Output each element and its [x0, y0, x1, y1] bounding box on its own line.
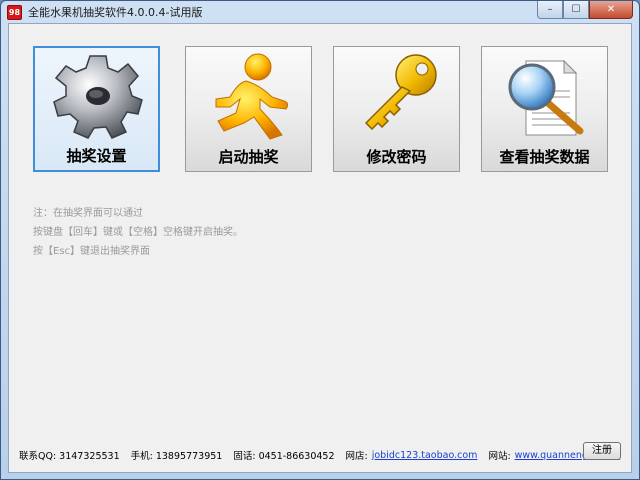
- register-button[interactable]: 注册: [583, 442, 621, 460]
- contact-tel: 固话: 0451-86630452: [233, 451, 335, 462]
- app-window: 98 全能水果机抽奖软件4.0.0.4-试用版 – ☐ ✕ 抽奖设置 启动抽奖 …: [0, 0, 640, 480]
- note-line: 注：在抽奖界面可以通过: [33, 208, 143, 219]
- gear-icon: [53, 55, 143, 139]
- contact-phone: 手机: 13895773951: [130, 451, 223, 462]
- contact-qq: 联系QQ: 3147325531: [19, 451, 120, 462]
- key-icon: [364, 54, 437, 131]
- tile-label: 查看抽奖数据: [499, 148, 590, 166]
- note-line: 按【Esc】键退出抽奖界面: [33, 246, 151, 257]
- running-man-icon: [215, 53, 289, 140]
- tile-label: 抽奖设置: [66, 147, 127, 165]
- change-password-button[interactable]: 修改密码: [333, 46, 460, 172]
- title-bar[interactable]: 98 全能水果机抽奖软件4.0.0.4-试用版 – ☐ ✕: [1, 1, 639, 23]
- shop-link[interactable]: jobidc123.taobao.com: [372, 450, 478, 461]
- tile-label: 修改密码: [366, 148, 427, 166]
- app-icon: 98: [7, 4, 22, 20]
- lottery-settings-button[interactable]: 抽奖设置: [33, 46, 160, 172]
- instructions: 注：在抽奖界面可以通过 按键盘【回车】键或【空格】空格键开启抽奖。 按【Esc】…: [33, 204, 243, 261]
- note-line: 按键盘【回车】键或【空格】空格键开启抽奖。: [33, 227, 243, 238]
- shop-label: 网店:: [345, 451, 368, 462]
- close-button[interactable]: ✕: [589, 1, 633, 19]
- contact-footer: 联系QQ: 3147325531 手机: 13895773951 固话: 045…: [19, 448, 620, 463]
- start-lottery-button[interactable]: 启动抽奖: [185, 46, 312, 172]
- window-controls: – ☐ ✕: [537, 1, 633, 19]
- minimize-button[interactable]: –: [537, 1, 563, 19]
- document-search-icon: [508, 59, 584, 136]
- view-lottery-data-button[interactable]: 查看抽奖数据: [481, 46, 608, 172]
- client-area: 抽奖设置 启动抽奖 修改密码 查看抽奖数据 注：在抽奖界面可以通过 按键盘【回车…: [8, 23, 632, 473]
- site-label: 网站:: [488, 451, 511, 462]
- maximize-button[interactable]: ☐: [563, 1, 589, 19]
- window-title: 全能水果机抽奖软件4.0.0.4-试用版: [28, 6, 203, 19]
- tile-label: 启动抽奖: [218, 148, 279, 166]
